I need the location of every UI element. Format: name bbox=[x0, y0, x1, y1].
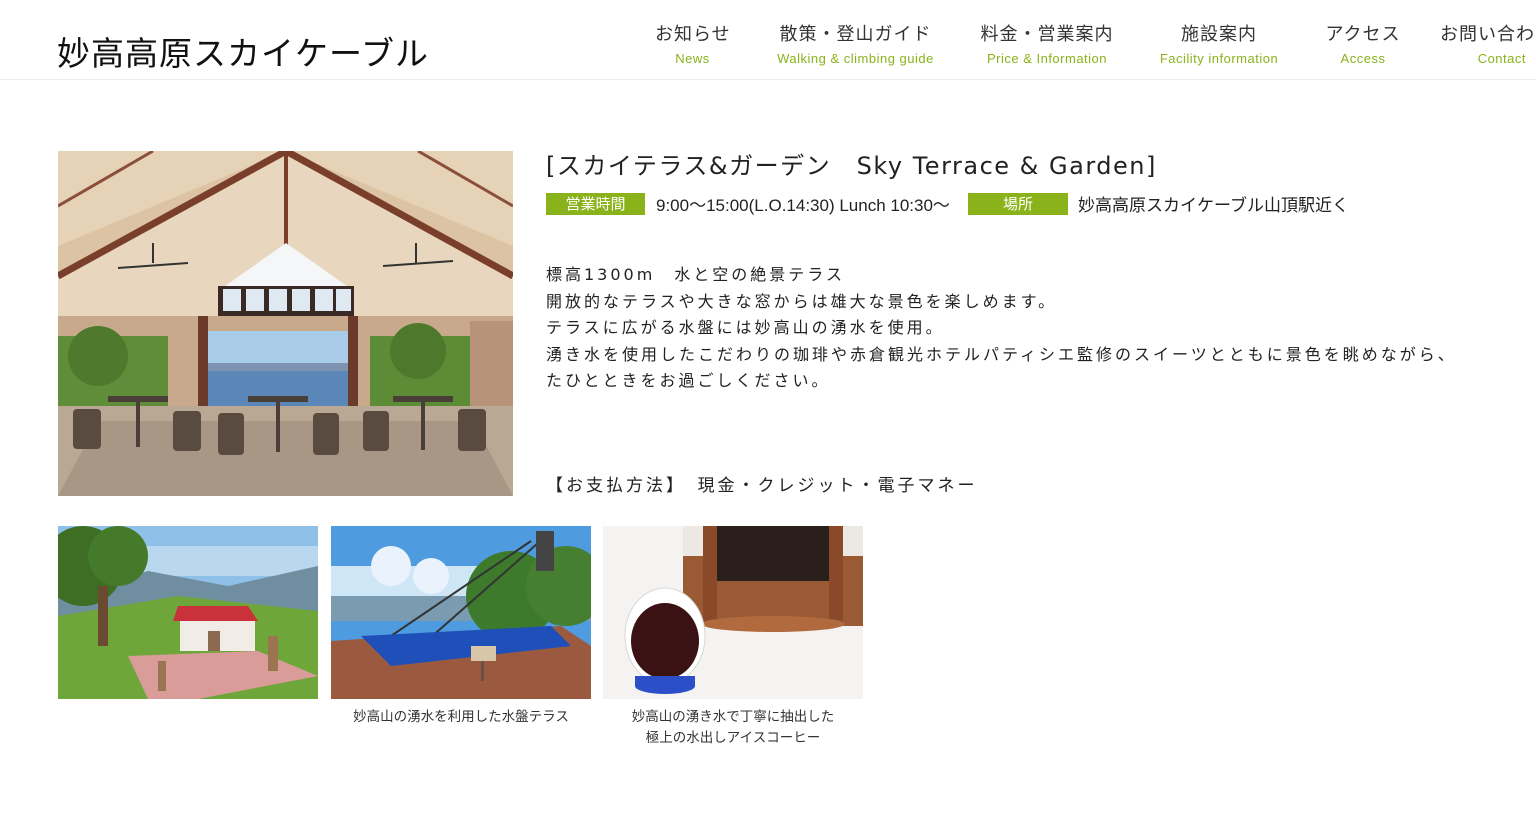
nav-item-price[interactable]: 料金・営業案内 Price & Information bbox=[980, 20, 1114, 66]
nav-label-jp: 料金・営業案内 bbox=[980, 24, 1114, 45]
payment-methods: 【お支払方法】 現金・クレジット・電子マネー bbox=[546, 476, 978, 496]
description-line: テラスに広がる水盤には妙高山の湧水を使用。 bbox=[546, 318, 945, 337]
caption-line: 極上の水出しアイスコーヒー bbox=[645, 730, 821, 746]
nav-item-facility[interactable]: 施設案内 Facility information bbox=[1151, 20, 1287, 66]
nav-item-walking-guide[interactable]: 散策・登山ガイド Walking & climbing guide bbox=[769, 20, 942, 66]
terrace-interior-photo bbox=[58, 151, 513, 496]
nav-item-contact[interactable]: お問い合わ Contact bbox=[1440, 20, 1536, 66]
description-line: 湧き水を使用したこだわりの珈琲や赤倉観光ホテルパティシエ監修のスイーツとともに景… bbox=[546, 344, 1457, 364]
gallery-caption: 妙高山の湧水を利用した水盤テラス bbox=[331, 707, 591, 728]
nav-label-jp: アクセス bbox=[1325, 24, 1401, 45]
iced-coffee-photo bbox=[603, 526, 863, 699]
nav-label-jp: 施設案内 bbox=[1181, 24, 1257, 45]
water-terrace-photo bbox=[331, 526, 591, 699]
nav-label-jp: 散策・登山ガイド bbox=[779, 24, 932, 45]
nav-label-en: Access bbox=[1340, 51, 1386, 66]
hours-badge: 営業時間 bbox=[546, 193, 645, 215]
nav-item-news[interactable]: お知らせ News bbox=[655, 20, 730, 66]
garden-photo bbox=[58, 526, 318, 699]
hours-value: 9:00〜15:00(L.O.14:30) Lunch 10:30〜 bbox=[656, 196, 950, 215]
description-line: 開放的なテラスや大きな窓からは雄大な景色を楽しめます。 bbox=[546, 291, 1058, 311]
nav-label-en: Walking & climbing guide bbox=[777, 51, 934, 66]
location-badge: 場所 bbox=[968, 193, 1068, 215]
gallery-caption: 妙高山の湧き水で丁寧に抽出した 極上の水出しアイスコーヒー bbox=[603, 707, 863, 749]
facility-title: [スカイテラス&ガーデン Sky Terrace & Garden] bbox=[546, 152, 1157, 180]
nav-label-en: News bbox=[675, 51, 710, 66]
nav-label-jp: お知らせ bbox=[655, 24, 731, 45]
nav-item-access[interactable]: アクセス Access bbox=[1323, 20, 1403, 66]
nav-label-en: Facility information bbox=[1159, 51, 1279, 66]
caption-line: 妙高山の湧き水で丁寧に抽出した bbox=[631, 709, 835, 725]
nav-label-jp: お問い合わ bbox=[1440, 24, 1535, 45]
nav-label-en: Price & Information bbox=[986, 51, 1108, 66]
site-logo[interactable]: 妙高高原スカイケーブル bbox=[57, 27, 429, 75]
caption-line: 妙高山の湧水を利用した水盤テラス bbox=[353, 709, 569, 725]
description-line: 標高1300m 水と空の絶景テラス bbox=[546, 265, 845, 284]
description-line: たひとときをお過ごしください。 bbox=[546, 371, 831, 390]
site-header: 妙高高原スカイケーブル お知らせ News 散策・登山ガイド Walking &… bbox=[0, 0, 1536, 80]
location-value: 妙高高原スカイケーブル山頂駅近く bbox=[1078, 196, 1349, 215]
facility-description: 標高1300m 水と空の絶景テラス 開放的なテラスや大きな窓からは雄大な景色を楽… bbox=[546, 262, 1457, 395]
nav-label-en: Contact bbox=[1477, 51, 1526, 66]
